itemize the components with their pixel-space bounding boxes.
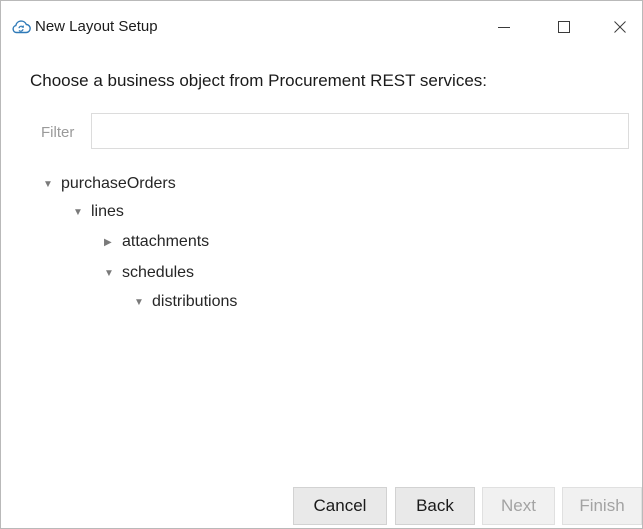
- tree-node-label: purchaseOrders: [61, 175, 176, 192]
- next-button[interactable]: Next: [482, 487, 555, 525]
- tree-node-label: attachments: [122, 233, 210, 250]
- finish-button[interactable]: Finish: [562, 487, 642, 525]
- close-button[interactable]: [597, 9, 643, 45]
- collapsed-triangle-icon[interactable]: ▶: [104, 237, 118, 248]
- expanded-triangle-icon[interactable]: ▼: [104, 268, 118, 279]
- maximize-button[interactable]: [541, 9, 587, 45]
- expanded-triangle-icon[interactable]: ▼: [73, 207, 87, 218]
- tree-node-lines[interactable]: ▼ lines: [73, 203, 124, 221]
- window-title: New Layout Setup: [35, 18, 158, 35]
- cancel-button[interactable]: Cancel: [293, 487, 387, 525]
- tree-node-label: distributions: [152, 293, 238, 310]
- tree-node-attachments[interactable]: ▶ attachments: [104, 233, 209, 251]
- instruction-text: Choose a business object from Procuremen…: [30, 71, 487, 90]
- dialog-window: New Layout Setup Choose a business objec…: [0, 0, 643, 529]
- close-icon: [614, 21, 626, 33]
- title-bar[interactable]: New Layout Setup: [1, 1, 642, 53]
- tree-node-distributions[interactable]: ▼ distributions: [134, 293, 237, 311]
- minimize-icon: [498, 27, 510, 28]
- back-button[interactable]: Back: [395, 487, 475, 525]
- tree-node-label: lines: [91, 203, 124, 220]
- maximize-icon: [558, 21, 570, 33]
- minimize-button[interactable]: [481, 9, 527, 45]
- filter-input[interactable]: [91, 113, 629, 149]
- cloud-refresh-icon: [12, 20, 31, 34]
- filter-label: Filter: [41, 124, 75, 141]
- expanded-triangle-icon[interactable]: ▼: [134, 297, 148, 308]
- tree-node-schedules[interactable]: ▼ schedules: [104, 264, 194, 282]
- tree-node-purchaseorders[interactable]: ▼ purchaseOrders: [43, 175, 176, 193]
- expanded-triangle-icon[interactable]: ▼: [43, 179, 57, 190]
- tree-node-label: schedules: [122, 264, 195, 281]
